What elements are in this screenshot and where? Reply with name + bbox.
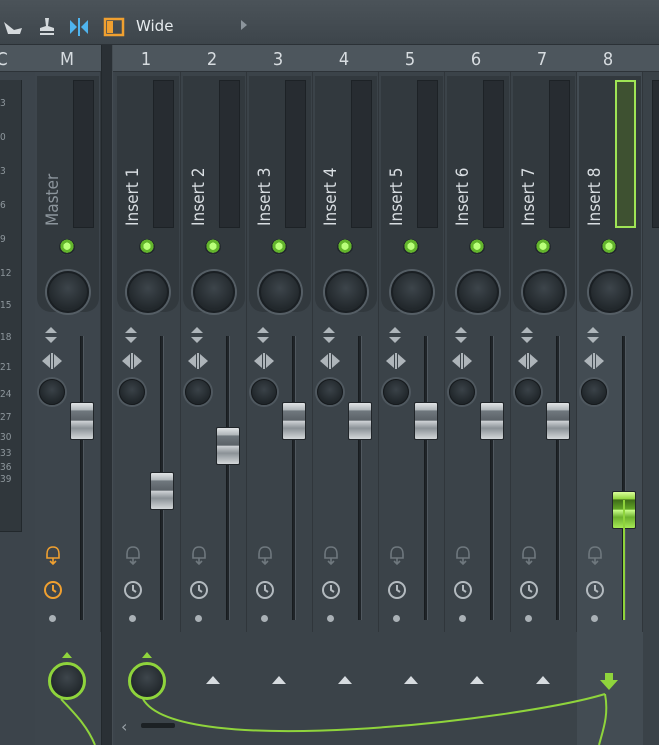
route-cable-insert-1 <box>142 693 606 733</box>
horizontal-scrollbar-thumb[interactable] <box>141 723 175 728</box>
route-cable-master <box>60 698 96 745</box>
route-cable-insert-8 <box>598 693 608 745</box>
routing-cables <box>60 500 625 745</box>
scroll-left-icon[interactable]: ‹ <box>121 717 127 736</box>
